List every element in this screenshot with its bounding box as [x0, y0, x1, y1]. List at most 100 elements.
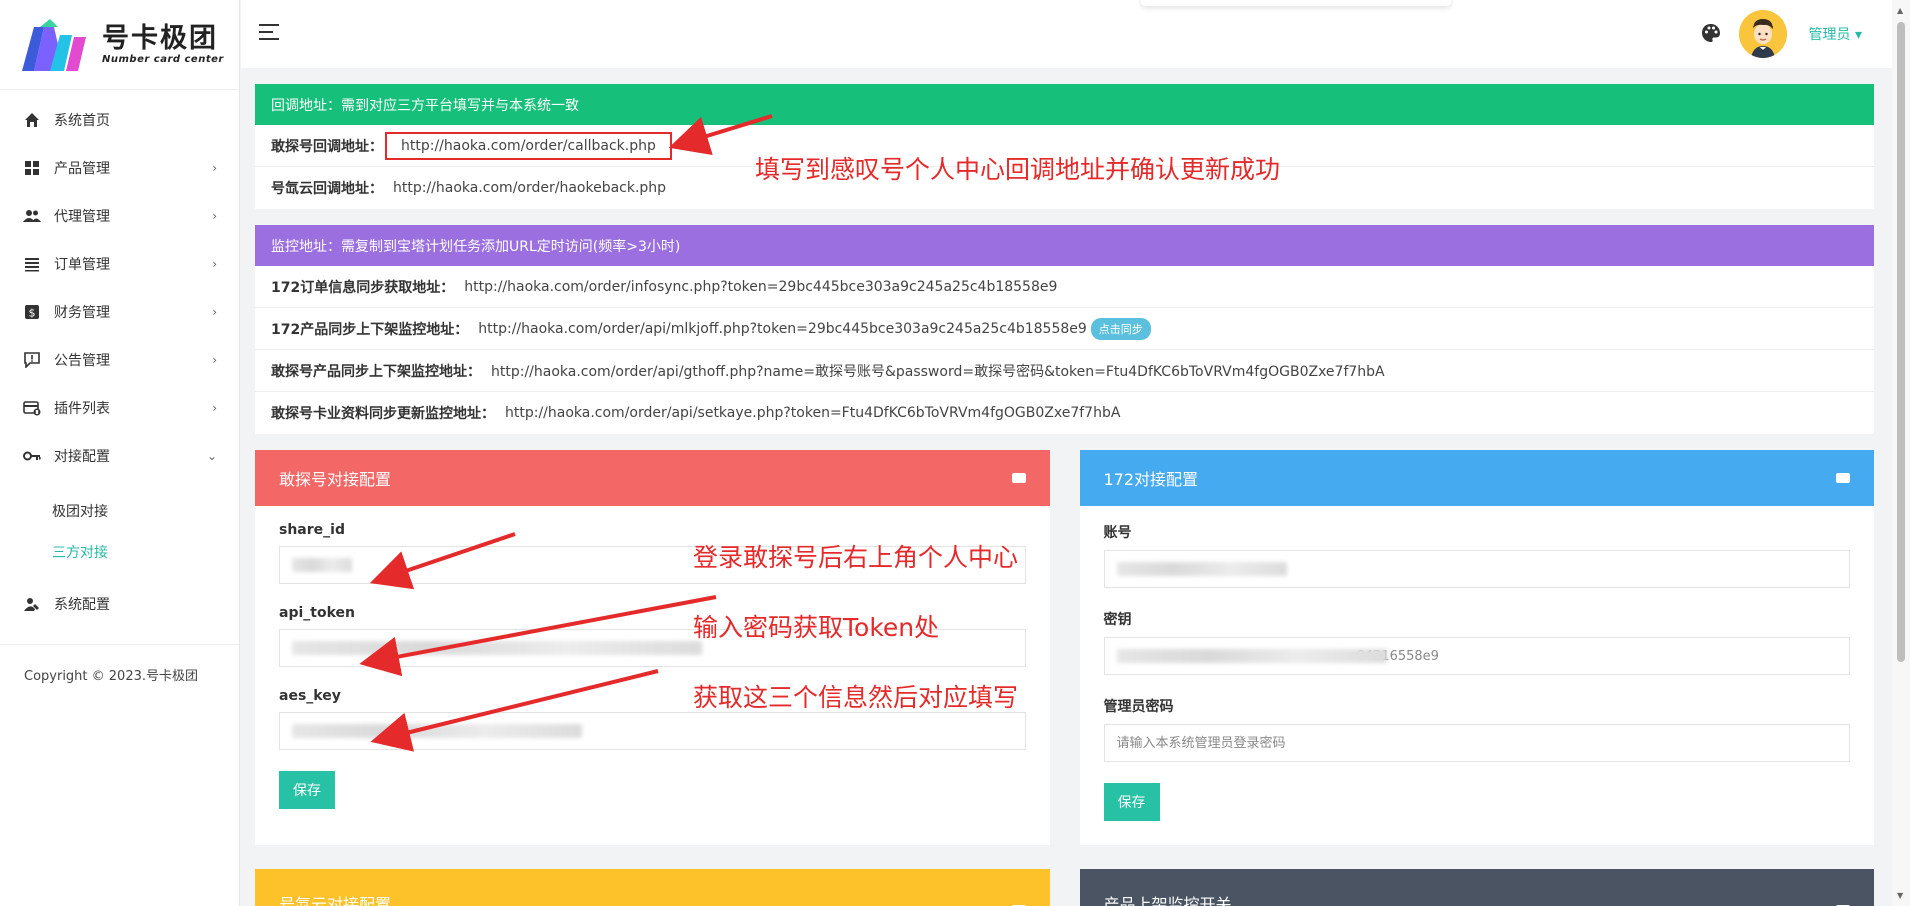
monitor-row: 172订单信息同步获取地址： http://haoka.com/order/in… [255, 266, 1874, 308]
plugin-icon [22, 398, 42, 418]
chevron-down-icon: ⌄ [206, 449, 217, 463]
users-icon [22, 206, 42, 226]
redacted-value [292, 641, 702, 655]
sidebar-subitem-third-party[interactable]: 三方对接 [0, 531, 239, 572]
sidebar-item-system-config[interactable]: 系统配置 [0, 580, 239, 628]
monitor-row-value: http://haoka.com/order/infosync.php?toke… [464, 278, 1058, 295]
redacted-value [1116, 649, 1387, 663]
palette-icon[interactable] [1700, 22, 1722, 44]
sidebar-menu: 系统首页 产品管理 › 代理管理 › 订单管理 › $ 财务管理 › 公告管理 … [0, 90, 239, 628]
sidebar-item-agents[interactable]: 代理管理 › [0, 192, 239, 240]
monitor-row: 172产品同步上下架监控地址： http://haoka.com/order/a… [255, 308, 1874, 350]
logo-icon [20, 17, 90, 73]
dollar-icon: $ [22, 302, 42, 322]
annotation-callback: 填写到感叹号个人中心回调地址并确认更新成功 [755, 155, 1281, 184]
chevron-right-icon: › [212, 209, 217, 223]
svg-text:$: $ [29, 307, 36, 320]
monitor-card-title: 监控地址：需复制到宝塔计划任务添加URL定时访问(频率>3小时) [255, 225, 1874, 266]
grid-icon [22, 158, 42, 178]
sidebar-item-products[interactable]: 产品管理 › [0, 144, 239, 192]
sidebar-item-orders[interactable]: 订单管理 › [0, 240, 239, 288]
monitor-row-value: http://haoka.com/order/api/setkaye.php?t… [505, 405, 1121, 421]
product-monitor-panel-title: 产品上架监控开关 [1103, 895, 1232, 906]
monitor-row-label: 172订单信息同步获取地址： [271, 279, 455, 296]
annotation-token: 输入密码获取Token处 [693, 613, 940, 642]
admin-password-input[interactable] [1103, 724, 1850, 762]
sidebar-item-integration[interactable]: 对接配置 ⌄ [0, 432, 239, 480]
monitor-row-label: 172产品同步上下架监控地址： [271, 321, 469, 338]
secret-input[interactable]: 04216558e9 [1103, 637, 1850, 675]
haoqiyun-panel-title: 号氙云对接配置 [279, 895, 392, 906]
menu-toggle-icon[interactable] [259, 24, 279, 40]
collapse-tag-icon[interactable] [1836, 473, 1850, 483]
p172-panel-header: 172对接配置 [1079, 450, 1874, 506]
sidebar-item-label: 系统首页 [54, 113, 110, 129]
monitor-row-value: http://haoka.com/order/api/gthoff.php?na… [491, 363, 1385, 380]
brand-logo[interactable]: 号卡极团 Number card center [0, 0, 239, 90]
monitor-row: 敢探号卡业资料同步更新监控地址： http://haoka.com/order/… [255, 392, 1874, 434]
config-panels: 敢探号对接配置 share_id api_token aes_key 保存 17… [255, 450, 1874, 845]
product-monitor-panel-header: 产品上架监控开关 [1079, 869, 1874, 906]
sidebar-item-label: 对接配置 [54, 449, 110, 465]
sidebar-item-label: 插件列表 [54, 401, 110, 417]
chevron-right-icon: › [212, 353, 217, 367]
scroll-up-icon[interactable]: ▲ [1897, 6, 1903, 15]
list-icon [22, 254, 42, 274]
announcement-icon [22, 350, 42, 370]
sidebar-item-finance[interactable]: $ 财务管理 › [0, 288, 239, 336]
gantan-panel-title: 敢探号对接配置 [279, 470, 392, 489]
chevron-right-icon: › [212, 257, 217, 271]
dropdown-popup-edge [1141, 0, 1451, 6]
redacted-value [292, 724, 582, 738]
copyright-text: Copyright © 2023.号卡极团 [24, 669, 199, 684]
callback-row-value: http://haoka.com/order/callback.php [385, 131, 672, 160]
key-icon [22, 446, 42, 466]
haoqiyun-config-panel: 号氙云对接配置 [255, 869, 1050, 906]
home-icon [22, 110, 42, 130]
gantan-save-button[interactable]: 保存 [279, 771, 335, 809]
aes-key-input[interactable] [279, 712, 1026, 750]
sidebar-item-plugins[interactable]: 插件列表 › [0, 384, 239, 432]
chevron-right-icon: › [212, 161, 217, 175]
scrollbar-thumb[interactable] [1897, 22, 1905, 662]
chevron-right-icon: › [212, 401, 217, 415]
monitor-row-label: 敢探号产品同步上下架监控地址： [271, 363, 481, 380]
main-content: 回调地址：需到对应三方平台填写并与本系统一致 敢探号回调地址： http://h… [255, 84, 1874, 906]
haoqiyun-panel-header: 号氙云对接配置 [255, 869, 1050, 906]
account-label: 账号 [1103, 525, 1132, 541]
bottom-panels: 号氙云对接配置 产品上架监控开关 [255, 869, 1874, 906]
product-monitor-panel: 产品上架监控开关 [1079, 869, 1874, 906]
p172-save-button[interactable]: 保存 [1103, 783, 1160, 821]
sidebar-item-label: 订单管理 [54, 257, 110, 273]
sidebar-item-label: 产品管理 [54, 161, 110, 177]
sync-button[interactable]: 点击同步 [1090, 317, 1151, 340]
sidebar: 号卡极团 Number card center 系统首页 产品管理 › 代理管理… [0, 0, 240, 906]
collapse-tag-icon[interactable] [1011, 473, 1026, 483]
share-id-label: share_id [279, 522, 345, 538]
brand-title: 号卡极团 [102, 23, 218, 54]
callback-row-value: http://haoka.com/order/haokeback.php [393, 180, 667, 196]
account-input[interactable] [1103, 550, 1850, 588]
sidebar-item-label: 财务管理 [54, 305, 110, 321]
redacted-value [292, 558, 352, 572]
annotation-login: 登录敢探号后右上角个人中心 [693, 543, 1019, 572]
p172-panel-title: 172对接配置 [1103, 470, 1199, 489]
sidebar-item-announcements[interactable]: 公告管理 › [0, 336, 239, 384]
monitor-row-value: http://haoka.com/order/api/mlkjoff.php?t… [478, 320, 1087, 337]
page-scrollbar[interactable]: ▲ ▼ [1892, 0, 1910, 906]
admin-user-menu[interactable]: 管理员 ▾ [1809, 24, 1862, 44]
avatar[interactable] [1739, 10, 1787, 58]
callback-card-title: 回调地址：需到对应三方平台填写并与本系统一致 [255, 84, 1874, 125]
sidebar-subitem-jituan[interactable]: 极团对接 [0, 490, 239, 531]
gantan-config-panel: 敢探号对接配置 share_id api_token aes_key 保存 [255, 450, 1050, 845]
annotation-fill: 获取这三个信息然后对应填写 [693, 683, 1019, 712]
top-header: 管理员 ▾ [241, 0, 1892, 68]
chevron-right-icon: › [212, 305, 217, 319]
callback-row-label: 号氙云回调地址： [271, 181, 383, 197]
callback-row-label: 敢探号回调地址： [271, 138, 383, 155]
monitor-card: 监控地址：需复制到宝塔计划任务添加URL定时访问(频率>3小时) 172订单信息… [255, 225, 1874, 434]
sidebar-item-home[interactable]: 系统首页 [0, 96, 239, 144]
gantan-panel-header: 敢探号对接配置 [255, 450, 1050, 506]
monitor-row: 敢探号产品同步上下架监控地址： http://haoka.com/order/a… [255, 350, 1874, 392]
scroll-down-icon[interactable]: ▼ [1897, 891, 1903, 900]
